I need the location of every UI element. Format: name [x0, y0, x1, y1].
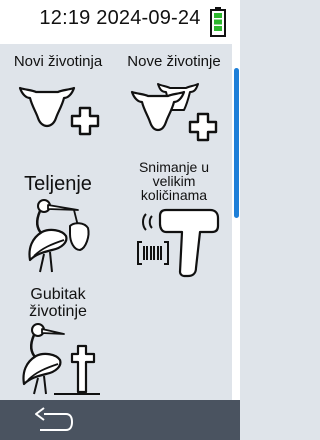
tile-animal-loss[interactable]: Gubitak životinje — [0, 280, 116, 400]
barcode-scanner-icon — [137, 208, 220, 278]
time: 12:19 — [39, 7, 91, 29]
tile-bulk-recording[interactable]: Snimanje u velikim količinama — [116, 154, 232, 284]
tile-label-line: životinje — [29, 303, 87, 320]
status-bar: 12:19 2024-09-24 — [0, 0, 240, 44]
back-arrow-icon[interactable] — [30, 406, 76, 436]
tile-label: Novi životinja — [13, 53, 103, 70]
stork-icon — [28, 199, 90, 273]
battery-icon — [210, 7, 226, 37]
stork-cross-icon — [22, 323, 100, 395]
tile-label-line: velikim — [152, 173, 196, 189]
animals-add-icon — [130, 83, 218, 142]
main-menu: Novi životinja Nove životinje Teljenje S… — [0, 44, 232, 400]
tile-label: Nove životinje — [127, 53, 221, 70]
clock: 12:19 2024-09-24 — [0, 7, 240, 30]
tile-calving[interactable]: Teljenje — [0, 154, 116, 284]
tile-label-line: Gubitak — [30, 286, 86, 303]
tile-label-line: Snimanje u — [138, 159, 210, 175]
tile-label-line: količinama — [140, 187, 208, 203]
tile-new-animal[interactable]: Novi životinja — [0, 44, 116, 144]
bottom-bar — [0, 400, 240, 440]
tile-label: Snimanje u velikim količinama — [116, 160, 232, 202]
tile-label: Teljenje — [24, 173, 92, 195]
tile-label: Gubitak životinje — [0, 286, 116, 320]
scrollbar-thumb[interactable] — [234, 68, 239, 218]
tile-new-animals[interactable]: Nove životinje — [116, 44, 232, 144]
scrollbar[interactable] — [232, 44, 240, 400]
date: 2024-09-24 — [96, 7, 201, 29]
animal-add-icon — [18, 86, 100, 136]
